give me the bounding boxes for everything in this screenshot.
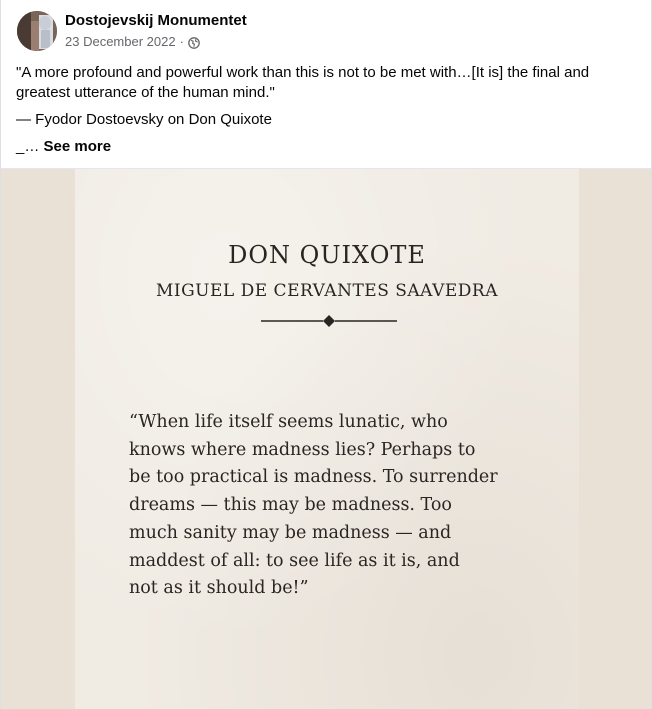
post-subline: 23 December 2022 · xyxy=(65,33,247,51)
avatar[interactable] xyxy=(17,11,57,51)
post-paragraph: — Fyodor Dostoevsky on Don Quixote xyxy=(16,111,272,128)
post-text: "A more profound and powerful work than … xyxy=(16,63,626,164)
avatar-image xyxy=(17,11,57,51)
book-author: MIGUEL DE CERVANTES SAAVEDRA xyxy=(155,281,498,301)
ornament-divider-icon xyxy=(261,315,397,327)
post-paragraph: "A more profound and powerful work than … xyxy=(16,64,590,101)
globe-icon[interactable] xyxy=(188,36,200,49)
book-title: DON QUIXOTE xyxy=(228,241,426,269)
post-date[interactable]: 23 December 2022 xyxy=(65,33,176,51)
truncated-prefix: _… xyxy=(16,138,40,155)
author-name[interactable]: Dostojevskij Monumentet xyxy=(65,12,247,30)
see-more-button[interactable]: See more xyxy=(44,138,112,155)
post-truncated-line: _… See more xyxy=(16,137,626,157)
post-meta: Dostojevskij Monumentet 23 December 2022… xyxy=(65,12,247,51)
meta-separator: · xyxy=(179,33,184,49)
facebook-post: Dostojevskij Monumentet 23 December 2022… xyxy=(0,0,652,709)
post-image[interactable]: DON QUIXOTE MIGUEL DE CERVANTES SAAVEDRA… xyxy=(1,168,651,709)
post-header: Dostojevskij Monumentet 23 December 2022… xyxy=(17,11,247,51)
quote-text: “When life itself seems lunatic, who kno… xyxy=(129,412,498,599)
quote-card: DON QUIXOTE MIGUEL DE CERVANTES SAAVEDRA… xyxy=(75,169,579,709)
